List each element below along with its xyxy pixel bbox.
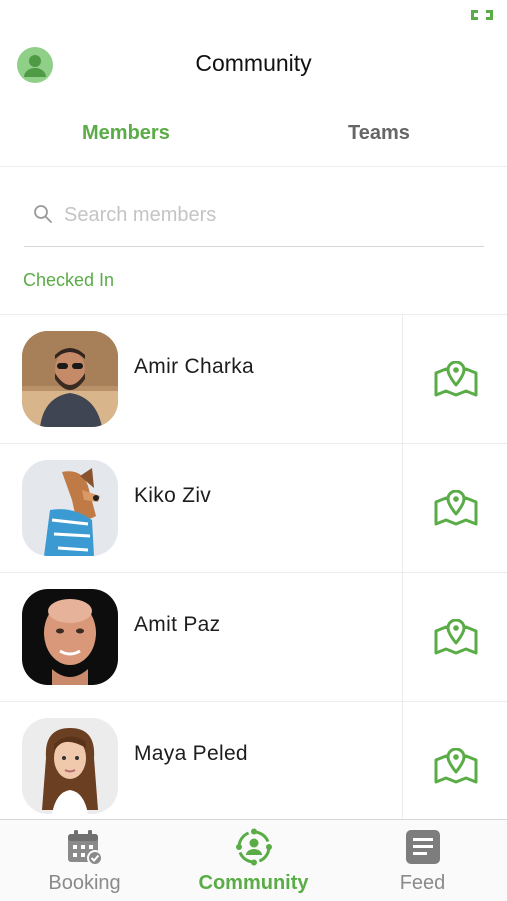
member-row[interactable]: Maya Peled xyxy=(0,701,507,830)
locate-member-button[interactable] xyxy=(402,573,507,701)
member-avatar xyxy=(22,589,118,685)
member-name: Amir Charka xyxy=(134,355,254,378)
feed-icon xyxy=(406,830,440,864)
map-pin-icon xyxy=(434,748,478,784)
nav-community[interactable]: Community xyxy=(169,820,338,901)
tab-bar: Members Teams xyxy=(0,110,507,167)
map-pin-icon xyxy=(434,490,478,526)
members-list: Amir Charka Kiko Ziv Amit Paz Maya Peled xyxy=(0,314,507,830)
page-title: Community xyxy=(195,50,312,76)
nav-community-label: Community xyxy=(198,872,309,894)
member-avatar xyxy=(22,331,118,427)
member-row[interactable]: Amit Paz xyxy=(0,572,507,701)
community-icon xyxy=(236,828,272,866)
locate-member-button[interactable] xyxy=(402,444,507,572)
member-row[interactable]: Amir Charka xyxy=(0,314,507,443)
search-icon xyxy=(34,205,52,223)
map-pin-icon xyxy=(434,361,478,397)
nav-booking[interactable]: Booking xyxy=(0,820,169,901)
app-header: Community xyxy=(0,0,507,110)
locate-member-button[interactable] xyxy=(402,315,507,443)
member-row[interactable]: Kiko Ziv xyxy=(0,443,507,572)
search-input[interactable] xyxy=(64,202,464,228)
search-bar xyxy=(24,188,484,247)
locate-member-button[interactable] xyxy=(402,702,507,830)
nav-feed-label: Feed xyxy=(399,872,446,894)
member-avatar xyxy=(22,718,118,814)
member-name: Maya Peled xyxy=(134,742,248,765)
calendar-check-icon xyxy=(68,830,103,866)
member-avatar xyxy=(22,460,118,556)
section-label-checked-in: Checked In xyxy=(23,270,115,290)
nav-booking-label: Booking xyxy=(48,872,121,894)
nav-feed[interactable]: Feed xyxy=(338,820,507,901)
member-name: Kiko Ziv xyxy=(134,484,212,507)
member-name: Amit Paz xyxy=(134,613,221,636)
tab-teams[interactable]: Teams xyxy=(348,122,410,145)
bottom-navigation: Booking Community Feed xyxy=(0,819,507,901)
tab-members[interactable]: Members xyxy=(82,122,170,145)
map-pin-icon xyxy=(434,619,478,655)
